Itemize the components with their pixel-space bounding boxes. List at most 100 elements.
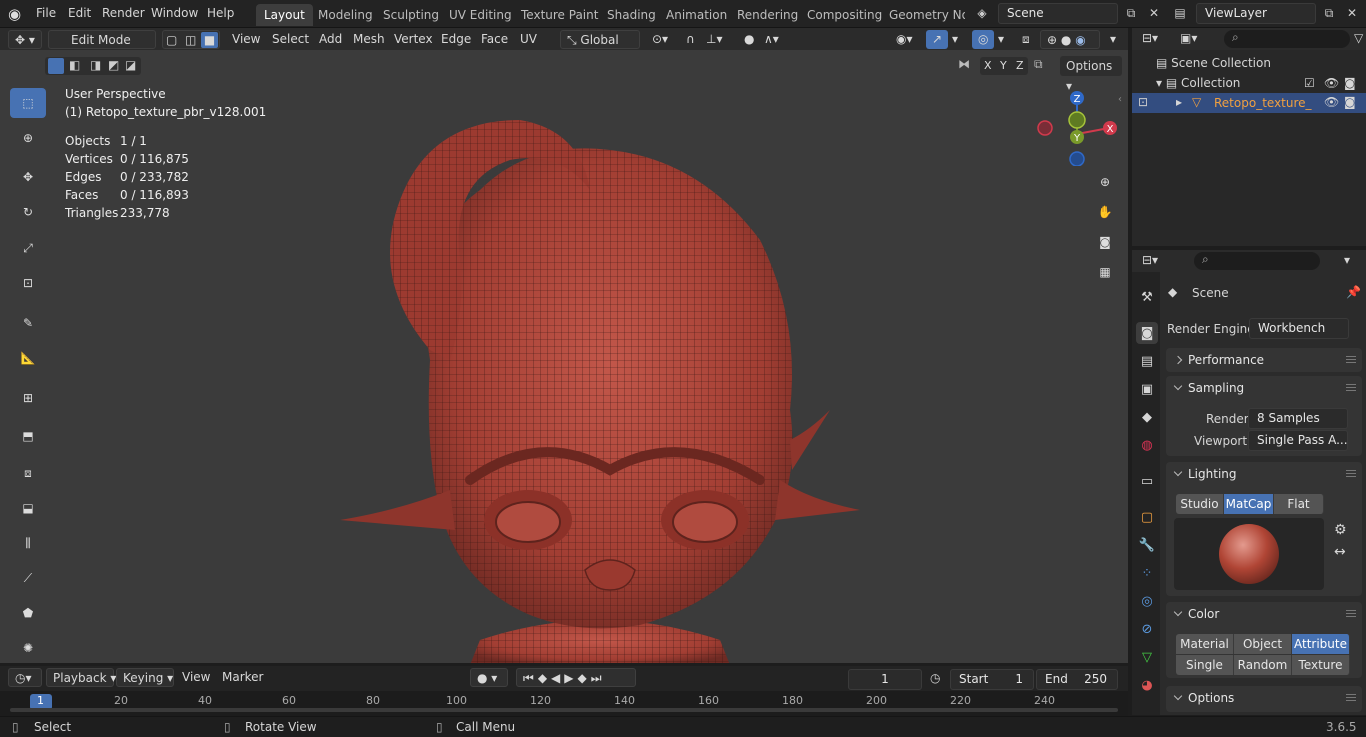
delete-view-layer-icon[interactable]: ✕: [1342, 3, 1362, 23]
new-view-layer-icon[interactable]: ⧉: [1319, 3, 1339, 23]
expand-arrow-icon[interactable]: ▾: [1156, 76, 1162, 90]
orientation-dropdown[interactable]: ⤡ Global: [560, 30, 640, 49]
spin-tool-icon[interactable]: ✺: [10, 633, 46, 663]
annotate-tool-icon[interactable]: ✎: [10, 308, 46, 338]
menu-edge[interactable]: Edge: [435, 30, 477, 49]
mirror-axes[interactable]: X Y Z: [980, 57, 1028, 75]
transform-tool-icon[interactable]: ⊡: [10, 268, 46, 298]
auto-key-icon[interactable]: ● ▾: [470, 668, 508, 687]
snap-target-icon[interactable]: ⊥▾: [700, 30, 728, 49]
gizmo-z-neg[interactable]: [1069, 151, 1085, 166]
matcap-settings-gear-icon[interactable]: ⚙: [1334, 522, 1347, 538]
poly-build-tool-icon[interactable]: ⬟: [10, 598, 46, 628]
timeline-view-menu[interactable]: View: [176, 668, 216, 687]
render-camera-icon[interactable]: ◙: [1344, 95, 1356, 109]
flip-matcap-icon[interactable]: ↔: [1334, 544, 1346, 560]
gizmo-dropdown-icon[interactable]: ▾: [946, 30, 964, 49]
rotate-tool-icon[interactable]: ↻: [10, 197, 46, 227]
shading-dropdown-icon[interactable]: ▾: [1104, 30, 1122, 49]
tab-sculpting[interactable]: Sculpting: [375, 4, 447, 26]
select-box-tool-icon[interactable]: ⬚: [10, 88, 46, 118]
mode-dropdown[interactable]: Edit Mode: [48, 30, 156, 49]
options-dropdown-icon[interactable]: ▾: [1344, 253, 1350, 267]
bevel-tool-icon[interactable]: ⬓: [10, 493, 46, 523]
menu-render[interactable]: Render: [102, 6, 145, 20]
physics-tab-icon[interactable]: ◎: [1136, 590, 1158, 612]
playback-dropdown[interactable]: Playback ▾: [46, 668, 116, 687]
world-tab-icon[interactable]: ◍: [1136, 434, 1158, 456]
select-mode-group[interactable]: ▢ ◫ ■: [162, 30, 220, 49]
particles-tab-icon[interactable]: ⁘: [1136, 562, 1158, 584]
cursor-tool-icon[interactable]: ⊕: [10, 123, 46, 153]
knife-tool-icon[interactable]: ⟋: [10, 563, 46, 593]
new-scene-icon[interactable]: ⧉: [1121, 3, 1141, 23]
select-box-modes[interactable]: ◧ ◨ ◩ ◪: [45, 57, 141, 75]
properties-editor-icon[interactable]: ⊟▾: [1142, 253, 1158, 267]
inset-tool-icon[interactable]: ⧈: [10, 458, 46, 488]
editor-type-icon[interactable]: ✥ ▾: [8, 30, 42, 49]
outliner-row-collection[interactable]: ▾ ▤ Collection ☑ 👁 ◙: [1156, 76, 1366, 90]
lighting-studio-button[interactable]: Studio: [1176, 494, 1224, 514]
overlay-dropdown-icon[interactable]: ▾: [992, 30, 1010, 49]
mirror-icon[interactable]: ⧓: [958, 57, 970, 71]
select-subtract-icon[interactable]: ◨: [90, 58, 101, 72]
scene-tab-icon[interactable]: ◆: [1136, 406, 1158, 428]
tab-rendering[interactable]: Rendering: [729, 4, 806, 26]
zoom-icon[interactable]: ⊕: [1093, 170, 1117, 194]
tab-texture-paint[interactable]: Texture Paint: [513, 4, 606, 26]
falloff-icon[interactable]: ∧▾: [758, 30, 785, 49]
outliner-editor-icon[interactable]: ⊟▾: [1142, 31, 1158, 45]
scale-tool-icon[interactable]: ⤢: [10, 233, 46, 263]
sampling-header[interactable]: Sampling: [1166, 376, 1362, 400]
expand-arrow-icon[interactable]: ▸: [1176, 95, 1182, 109]
lighting-header[interactable]: Lighting: [1166, 462, 1362, 486]
gizmo-toggle-icon[interactable]: ↗: [926, 30, 949, 49]
menu-help[interactable]: Help: [207, 6, 234, 20]
menu-edit[interactable]: Edit: [68, 6, 91, 20]
color-object-button[interactable]: Object: [1234, 634, 1292, 654]
menu-mesh[interactable]: Mesh: [347, 30, 391, 49]
menu-face[interactable]: Face: [475, 30, 514, 49]
ortho-grid-icon[interactable]: ▦: [1093, 260, 1117, 284]
pin-icon[interactable]: 📌: [1346, 285, 1361, 299]
color-texture-button[interactable]: Texture: [1292, 655, 1350, 675]
face-select-icon[interactable]: ■: [201, 32, 218, 48]
menu-file[interactable]: File: [36, 6, 56, 20]
modifier-tab-icon[interactable]: 🔧: [1136, 534, 1158, 556]
loop-cut-tool-icon[interactable]: ⫼: [10, 528, 46, 558]
timeline-scrollbar[interactable]: [10, 708, 1118, 712]
tool-tab-icon[interactable]: ⚒: [1136, 286, 1158, 308]
render-engine-dropdown[interactable]: Workbench: [1249, 318, 1349, 339]
menu-vertex[interactable]: Vertex: [388, 30, 439, 49]
lighting-flat-button[interactable]: Flat: [1274, 494, 1324, 514]
menu-view[interactable]: View: [226, 30, 266, 49]
mirror-x[interactable]: X: [984, 57, 992, 75]
tab-shading[interactable]: Shading: [599, 4, 664, 26]
outliner-filter-icon[interactable]: ▣▾: [1180, 31, 1197, 45]
measure-tool-icon[interactable]: 📐: [10, 343, 46, 373]
select-intersect-icon[interactable]: ◪: [125, 58, 136, 72]
color-material-button[interactable]: Material: [1176, 634, 1234, 654]
visibility-icon[interactable]: ◉▾: [890, 30, 919, 49]
color-header[interactable]: Color: [1166, 602, 1362, 626]
preview-range-icon[interactable]: ◷: [930, 671, 940, 685]
end-frame-field[interactable]: End 250: [1036, 669, 1118, 690]
mirror-y[interactable]: Y: [1000, 57, 1007, 75]
edit-mode-icon[interactable]: ⊡: [1138, 95, 1148, 109]
outliner-row-object[interactable]: ⊡ ▸ ▽ Retopo_texture_ 👁 ◙: [1132, 93, 1366, 113]
pan-hand-icon[interactable]: ✋: [1093, 200, 1117, 224]
menu-uv[interactable]: UV: [514, 30, 543, 49]
performance-panel[interactable]: Performance: [1166, 348, 1362, 372]
shading-modes[interactable]: ⊕ ● ◉: [1040, 30, 1100, 49]
current-frame-field[interactable]: 1: [848, 669, 922, 690]
xray-icon[interactable]: ⧈: [1016, 30, 1036, 49]
add-cube-tool-icon[interactable]: ⊞: [10, 383, 46, 413]
matcap-preview[interactable]: [1174, 518, 1324, 590]
prev-key-icon[interactable]: ◆: [538, 671, 551, 685]
material-shading-icon[interactable]: ◉: [1075, 33, 1085, 47]
jump-start-icon[interactable]: ⏮: [523, 671, 538, 685]
next-key-icon[interactable]: ◆: [578, 671, 591, 685]
color-random-button[interactable]: Random: [1234, 655, 1292, 675]
options-header[interactable]: Options: [1166, 686, 1362, 710]
start-frame-field[interactable]: Start 1: [950, 669, 1034, 690]
